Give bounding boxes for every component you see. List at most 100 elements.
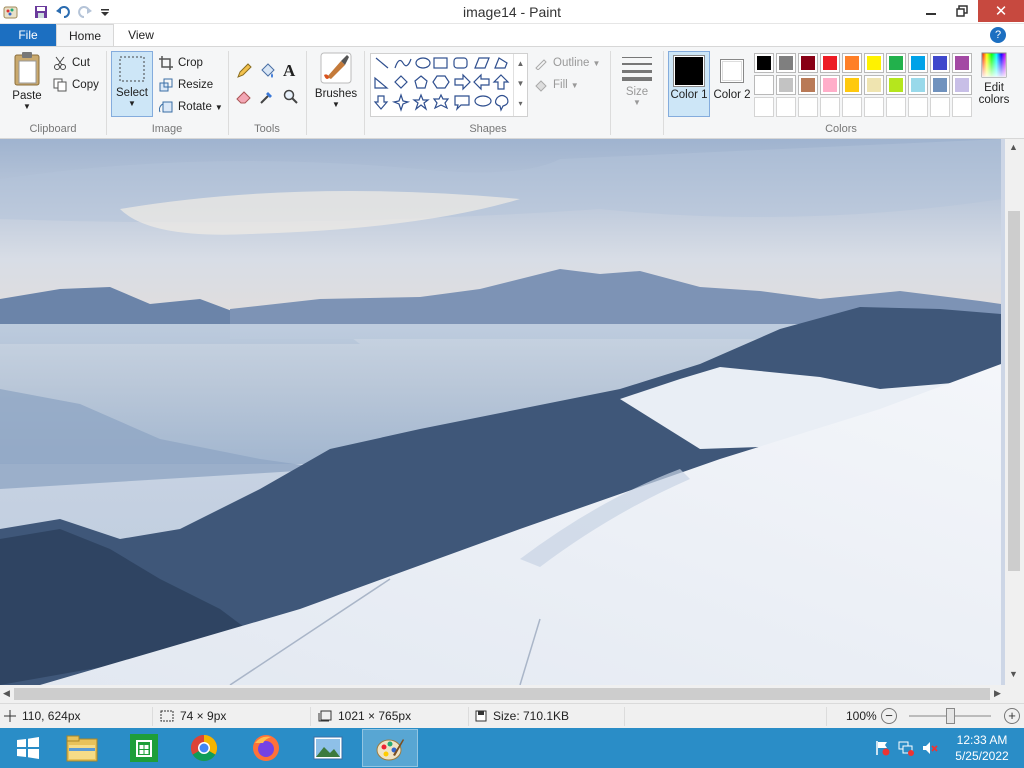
start-button[interactable] [0, 729, 56, 767]
crop-icon [158, 55, 174, 71]
shapes-gallery[interactable]: ▲ ▼ ▾ [370, 53, 528, 117]
eraser-tool[interactable] [236, 89, 256, 105]
fill-tool[interactable] [259, 63, 279, 79]
palette-swatch[interactable] [908, 75, 928, 95]
file-explorer-icon [66, 735, 98, 762]
palette-swatch[interactable] [754, 75, 774, 95]
palette-swatch[interactable] [908, 97, 928, 117]
volume-muted-icon[interactable] [922, 740, 938, 759]
palette-swatch[interactable] [886, 53, 906, 73]
zoom-in-button[interactable]: + [1004, 708, 1020, 724]
paste-button[interactable]: Paste ▼ [6, 51, 48, 117]
palette-swatch[interactable] [820, 53, 840, 73]
zoom-out-button[interactable]: − [881, 708, 897, 724]
palette-swatch[interactable] [842, 97, 862, 117]
help-button[interactable]: ? [990, 27, 1006, 43]
palette-swatch[interactable] [754, 53, 774, 73]
copy-button[interactable]: Copy [52, 77, 99, 93]
cursor-position-text: 110, 624px [22, 709, 81, 723]
copy-label: Copy [72, 79, 99, 91]
brushes-button[interactable]: Brushes ▼ [312, 51, 360, 121]
rotate-button[interactable]: Rotate ▼ [158, 99, 223, 115]
canvas-area[interactable] [0, 139, 1024, 685]
ribbon-tabs: File Home View ? [0, 24, 1024, 47]
text-tool[interactable]: A [283, 61, 295, 81]
tab-file[interactable]: File [0, 24, 56, 46]
palette-swatch[interactable] [842, 75, 862, 95]
palette-swatch[interactable] [820, 97, 840, 117]
palette-swatch[interactable] [842, 53, 862, 73]
palette-swatch[interactable] [798, 53, 818, 73]
crop-button[interactable]: Crop [158, 55, 203, 71]
palette-swatch[interactable] [864, 97, 884, 117]
color-picker-tool[interactable] [259, 89, 279, 105]
store-button[interactable] [116, 729, 172, 767]
shapes-scroll-icon[interactable]: ▲ ▼ ▾ [513, 54, 527, 116]
horizontal-scroll-thumb[interactable] [14, 688, 990, 700]
edit-colors-button[interactable]: Edit colors [974, 51, 1014, 117]
photos-icon [313, 736, 343, 760]
eyedropper-icon [259, 89, 275, 105]
vertical-scrollbar[interactable]: ▲ ▼ [1005, 139, 1024, 685]
palette-swatch[interactable] [798, 75, 818, 95]
clipboard-group-label: Clipboard [29, 123, 77, 135]
tab-home[interactable]: Home [56, 24, 114, 47]
resize-button[interactable]: Resize [158, 77, 213, 93]
network-icon[interactable] [898, 740, 914, 759]
zoom-slider-thumb[interactable] [945, 708, 955, 724]
scroll-up-icon[interactable]: ▲ [1009, 142, 1018, 152]
file-explorer-button[interactable] [54, 729, 110, 767]
paint-button[interactable] [362, 729, 418, 767]
action-center-flag-icon[interactable] [874, 740, 890, 759]
firefox-button[interactable] [238, 729, 294, 767]
scroll-right-icon[interactable]: ▶ [994, 688, 1001, 699]
close-button[interactable]: ✕ [978, 0, 1024, 22]
taskbar-clock[interactable]: 12:33 AM 5/25/2022 [944, 732, 1020, 764]
outline-button[interactable]: Outline ▼ [533, 55, 600, 71]
select-button[interactable]: Select ▼ [111, 51, 153, 117]
palette-swatch[interactable] [952, 53, 972, 73]
chrome-button[interactable] [176, 729, 232, 767]
size-button[interactable]: Size ▼ [616, 51, 658, 117]
palette-swatch[interactable] [754, 97, 774, 117]
color-wheel-icon [981, 52, 1007, 78]
palette-swatch[interactable] [886, 97, 906, 117]
horizontal-scrollbar[interactable]: ◀ ▶ [0, 685, 1024, 703]
vertical-scroll-thumb[interactable] [1008, 211, 1020, 571]
copy-icon [52, 77, 68, 93]
palette-swatch[interactable] [776, 53, 796, 73]
palette-swatch[interactable] [886, 75, 906, 95]
palette-swatch[interactable] [798, 97, 818, 117]
cut-button[interactable]: Cut [52, 55, 90, 71]
palette-swatch[interactable] [952, 75, 972, 95]
scroll-down-icon[interactable]: ▼ [1009, 669, 1018, 679]
resize-label: Resize [178, 79, 214, 91]
file-size: Size: 710.1KB [475, 709, 569, 723]
palette-swatch[interactable] [776, 97, 796, 117]
palette-swatch[interactable] [952, 97, 972, 117]
minimize-button[interactable] [916, 0, 946, 22]
pencil-tool[interactable] [236, 63, 256, 79]
brushes-dropdown-icon: ▼ [332, 100, 340, 109]
palette-swatch[interactable] [820, 75, 840, 95]
scroll-left-icon[interactable]: ◀ [3, 688, 10, 699]
color1-button[interactable]: Color 1 [668, 51, 710, 117]
file-size-text: Size: 710.1KB [493, 709, 570, 723]
palette-swatch[interactable] [776, 75, 796, 95]
palette-swatch[interactable] [864, 53, 884, 73]
photos-button[interactable] [300, 729, 356, 767]
tab-view[interactable]: View [114, 24, 168, 46]
magnifier-tool[interactable] [283, 89, 303, 105]
palette-swatch[interactable] [930, 53, 950, 73]
color2-button[interactable]: Color 2 [712, 51, 752, 117]
restore-button[interactable] [946, 0, 978, 22]
brushes-label: Brushes [314, 88, 358, 100]
palette-swatch[interactable] [908, 53, 928, 73]
palette-swatch[interactable] [864, 75, 884, 95]
fill-button[interactable]: Fill ▼ [533, 77, 579, 93]
zoom-slider[interactable] [909, 708, 991, 724]
canvas-image[interactable] [0, 139, 1001, 685]
firefox-icon [253, 735, 279, 761]
palette-swatch[interactable] [930, 97, 950, 117]
palette-swatch[interactable] [930, 75, 950, 95]
